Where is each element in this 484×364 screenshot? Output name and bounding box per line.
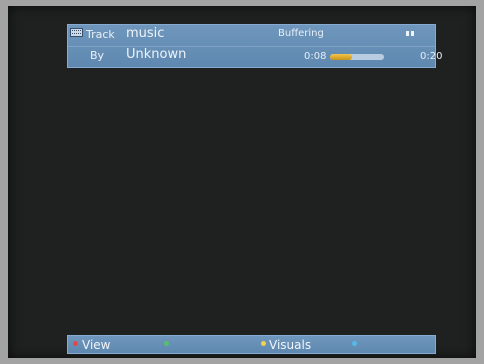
blue-button-icon[interactable] [352, 341, 357, 346]
track-row: Track music Buffering [68, 25, 435, 45]
artist-row: By Unknown 0:08 0:20 [68, 46, 442, 66]
green-button-icon[interactable] [164, 341, 169, 346]
tv-frame: Track music Buffering By Unknown 0:08 0:… [0, 0, 484, 364]
visuals-button-label[interactable]: Visuals [269, 336, 311, 354]
pause-icon [406, 31, 414, 36]
track-title: music [126, 26, 165, 41]
playback-status: Buffering [278, 28, 324, 39]
track-info-panel: Track music Buffering By Unknown 0:08 0:… [67, 24, 442, 68]
by-label: By [90, 49, 105, 62]
track-label: Track [86, 28, 115, 41]
progress-fill [330, 54, 352, 60]
elapsed-time: 0:08 [304, 51, 327, 62]
red-button-icon[interactable] [73, 341, 78, 346]
view-button-label[interactable]: View [82, 336, 110, 354]
yellow-button-icon[interactable] [261, 341, 266, 346]
total-time: 0:20 [420, 51, 443, 62]
color-button-bar: View Visuals [67, 335, 436, 354]
progress-bar[interactable] [330, 54, 384, 60]
film-icon [70, 28, 83, 37]
artist-name: Unknown [126, 47, 187, 62]
